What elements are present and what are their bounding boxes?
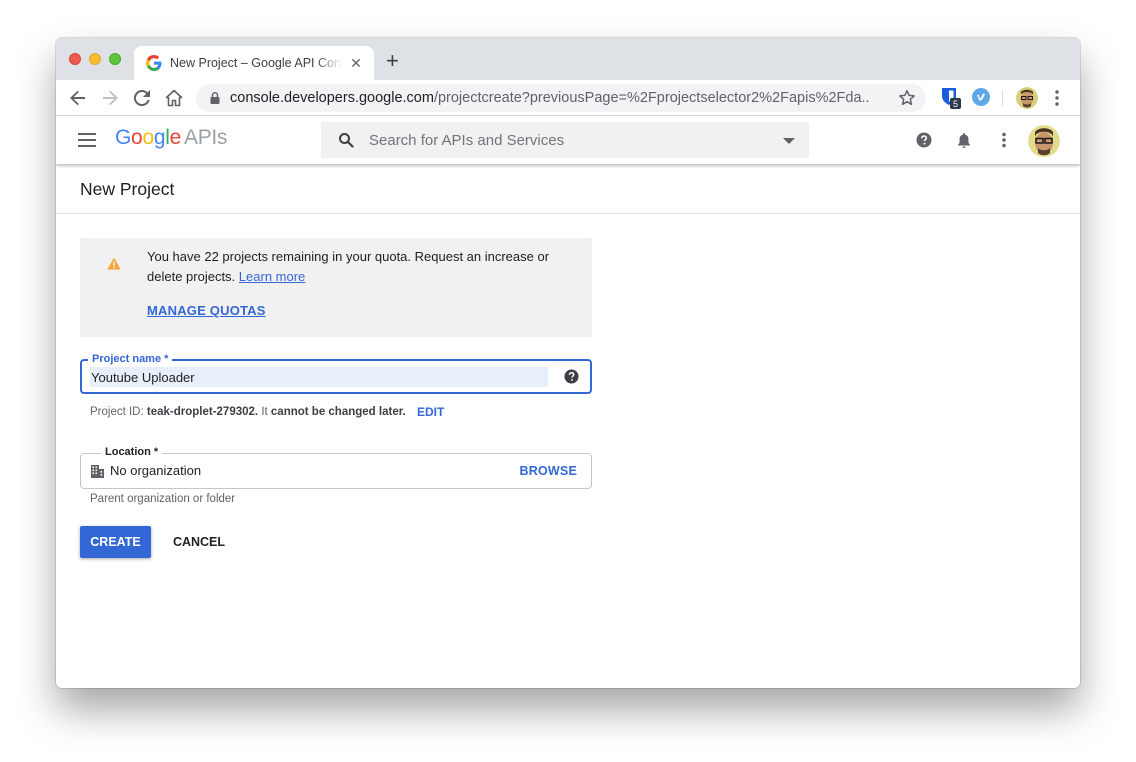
learn-more-link[interactable]: Learn more — [239, 269, 305, 284]
maximize-window-button[interactable] — [109, 53, 121, 65]
browse-button[interactable]: BROWSE — [520, 464, 577, 478]
project-id-text: Project ID: teak-droplet-279302. It cann… — [90, 406, 406, 418]
menu-icon-bar — [78, 145, 96, 147]
logo-suffix: APIs — [183, 126, 228, 149]
extension-vimeo[interactable] — [972, 88, 990, 111]
browser-profile-avatar[interactable] — [1016, 87, 1038, 109]
browser-menu-button[interactable] — [1054, 89, 1060, 112]
location-label: Location * — [101, 445, 163, 459]
project-name-input[interactable] — [90, 367, 548, 387]
reload-icon — [134, 90, 150, 106]
close-window-button[interactable] — [69, 53, 81, 65]
tab-title: New Project – Google API Console — [170, 56, 342, 70]
arrow-right-icon — [103, 90, 118, 106]
project-id-prefix: Project ID: — [90, 406, 144, 418]
menu-icon-bar — [78, 139, 96, 141]
help-button[interactable] — [914, 130, 934, 150]
quota-message-text: You have 22 projects remaining in your q… — [147, 249, 550, 284]
location-field[interactable]: Location * No organization BROWSE — [80, 445, 592, 489]
profile-photo-icon — [1016, 87, 1038, 109]
create-button[interactable]: CREATE — [80, 526, 151, 558]
more-vert-icon — [1002, 132, 1006, 148]
extension-bitwarden[interactable]: 5 — [940, 87, 962, 114]
notifications-button[interactable] — [954, 130, 974, 150]
cancel-button[interactable]: CANCEL — [166, 526, 232, 558]
account-avatar[interactable] — [1028, 125, 1060, 157]
profile-photo-icon — [1028, 125, 1060, 157]
search-box — [321, 122, 809, 158]
more-vert-icon — [1055, 90, 1059, 106]
lock-icon — [210, 92, 220, 104]
manage-quotas-link[interactable]: MANAGE QUOTAS — [147, 303, 266, 318]
organization-building-icon — [91, 465, 104, 478]
bitwarden-icon: 5 — [942, 88, 961, 109]
browser-toolbar: console.developers.google.com/projectcre… — [56, 80, 1080, 116]
help-circle-icon — [916, 132, 932, 148]
logo-letter: g — [153, 126, 166, 149]
url-path: /projectcreate?previousPage=%2Fprojectse… — [433, 90, 870, 106]
search-dropdown-caret-icon[interactable] — [783, 138, 795, 144]
project-name-label: Project name * — [88, 352, 173, 366]
forward-button[interactable] — [100, 88, 120, 108]
project-id-warning: cannot be changed later. — [270, 406, 406, 418]
warning-icon — [107, 257, 121, 270]
project-name-field: Project name * — [80, 352, 592, 394]
location-value: No organization — [110, 463, 202, 478]
logo-letter: e — [169, 126, 182, 149]
extension-badge: 5 — [953, 99, 958, 109]
tab-strip: New Project – Google API Console ✕ + — [56, 38, 1080, 80]
logo-letter: G — [115, 126, 132, 149]
minimize-window-button[interactable] — [89, 53, 101, 65]
search-input[interactable] — [369, 131, 759, 149]
quota-notice: You have 22 projects remaining in your q… — [80, 238, 592, 337]
new-tab-button[interactable]: + — [386, 50, 399, 72]
back-button[interactable] — [68, 88, 88, 108]
url-text: console.developers.google.com/projectcre… — [230, 90, 870, 106]
menu-icon-bar — [78, 133, 96, 135]
home-icon — [165, 89, 183, 107]
logo-letter: o — [142, 126, 154, 149]
bell-icon — [958, 132, 970, 148]
page-header: New Project — [56, 164, 1080, 214]
home-button[interactable] — [164, 88, 184, 108]
more-options-button[interactable] — [994, 130, 1014, 150]
page-title: New Project — [80, 179, 175, 199]
quota-message: You have 22 projects remaining in your q… — [147, 247, 567, 287]
vimeo-icon — [972, 88, 990, 106]
reload-button[interactable] — [132, 88, 152, 108]
logo-letter: o — [131, 126, 143, 149]
google-apis-logo[interactable]: Google APIs — [115, 126, 227, 150]
toolbar-separator — [1002, 90, 1003, 106]
location-hint: Parent organization or folder — [90, 493, 236, 505]
address-bar[interactable]: console.developers.google.com/projectcre… — [196, 84, 926, 112]
help-circle-icon[interactable] — [564, 369, 579, 384]
browser-tab-active[interactable]: New Project – Google API Console ✕ — [134, 46, 374, 80]
project-id-middle: It — [261, 406, 268, 418]
main-menu-button[interactable] — [78, 133, 96, 147]
google-g-icon — [146, 55, 162, 71]
project-id-value: teak-droplet-279302. — [146, 406, 259, 418]
edit-project-id-button[interactable]: EDIT — [417, 405, 444, 419]
browser-window: New Project – Google API Console ✕ + con… — [56, 38, 1080, 688]
app-header: Google APIs — [56, 116, 1080, 164]
close-tab-icon[interactable]: ✕ — [348, 55, 364, 72]
url-host: console.developers.google.com — [230, 90, 434, 106]
bookmark-star-icon[interactable] — [898, 89, 916, 107]
search-icon — [339, 133, 354, 148]
arrow-left-icon — [70, 90, 85, 106]
